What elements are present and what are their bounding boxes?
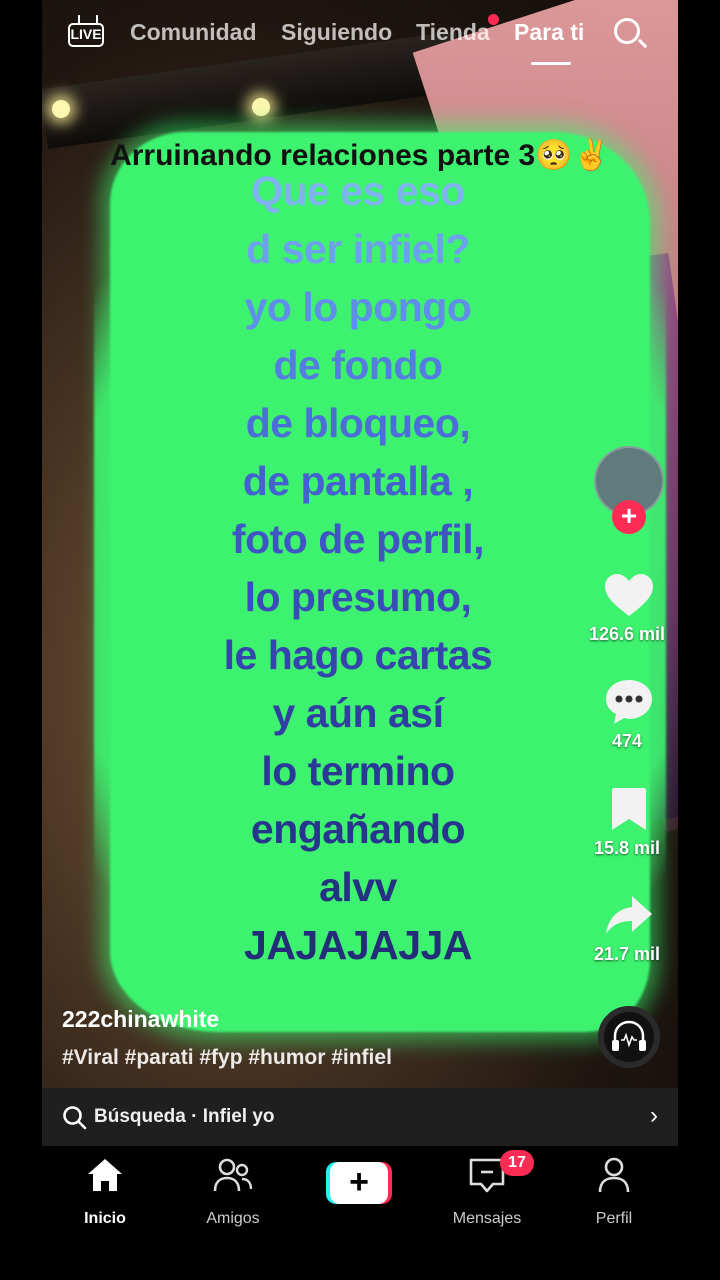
nav-label-mensajes: Mensajes — [452, 1210, 522, 1227]
caption-line: engañando — [250, 806, 466, 852]
live-antenna-shape — [78, 15, 98, 23]
nav-label-inicio: Inicio — [84, 1210, 126, 1227]
headphones-icon — [612, 1020, 646, 1051]
notification-dot — [488, 14, 499, 25]
tab-siguiendo[interactable]: Siguiendo — [281, 19, 392, 46]
caption-line: lo termino — [261, 748, 455, 794]
caption-line: lo presumo, — [244, 574, 472, 620]
caption-line: de fondo — [273, 342, 443, 388]
bookmark-icon[interactable] — [610, 786, 648, 832]
search-icon[interactable] — [612, 16, 652, 56]
nav-inicio[interactable]: Inicio — [45, 1156, 165, 1227]
tab-para-ti[interactable]: Para ti — [514, 19, 584, 46]
nav-perfil[interactable]: Perfil — [554, 1156, 674, 1227]
caption-line: yo lo pongo — [244, 284, 472, 330]
friends-icon — [213, 1158, 253, 1192]
caption-line: JAJAJAJJA — [244, 922, 472, 968]
background-light — [252, 98, 270, 116]
share-icon[interactable] — [604, 894, 654, 936]
active-tab-indicator — [531, 62, 571, 65]
nav-amigos[interactable]: Amigos — [173, 1156, 293, 1227]
nav-label-perfil: Perfil — [595, 1210, 633, 1227]
shares-count: 21.7 mil — [593, 944, 661, 964]
music-disc[interactable] — [598, 1006, 660, 1068]
creator-username[interactable]: 222chinawhite — [62, 1006, 219, 1033]
caption-line: de bloqueo, — [245, 400, 471, 446]
tab-tienda[interactable]: Tienda — [416, 19, 490, 46]
post-hashtags[interactable]: #Viral #parati #fyp #humor #infiel — [62, 1046, 392, 1070]
tab-comunidad[interactable]: Comunidad — [130, 19, 257, 46]
top-navigation: LIVE Comunidad Siguiendo Tienda Para ti — [0, 0, 720, 70]
live-icon[interactable]: LIVE — [68, 15, 108, 49]
nav-label-amigos: Amigos — [206, 1210, 260, 1227]
heart-icon[interactable] — [603, 572, 655, 618]
caption-line: alvv — [319, 864, 397, 910]
search-suggestion-label: Búsqueda · Infiel yo — [94, 1106, 275, 1127]
saves-count: 15.8 mil — [593, 838, 661, 858]
comment-icon[interactable] — [604, 678, 654, 726]
messages-badge: 17 — [500, 1150, 534, 1176]
search-icon — [63, 1106, 87, 1130]
video-caption-text: Que es eso d ser infiel? yo lo pongo de … — [68, 162, 648, 974]
follow-plus-icon[interactable]: + — [612, 500, 646, 534]
caption-line: le hago cartas — [223, 632, 493, 678]
background-light — [52, 100, 70, 118]
create-post-button[interactable]: + — [326, 1162, 392, 1204]
profile-icon — [598, 1157, 630, 1193]
live-label: LIVE — [68, 23, 104, 47]
plus-icon: + — [330, 1162, 388, 1204]
comments-count: 474 — [611, 731, 643, 751]
likes-count: 126.6 mil — [588, 624, 666, 644]
caption-line: d ser infiel? — [246, 226, 470, 272]
bottom-navigation: Inicio Amigos + Mensajes 17 Perfil — [0, 1146, 720, 1280]
caption-line: de pantalla , — [242, 458, 474, 504]
video-title-overlay: Arruinando relaciones parte 3🥺✌️ — [110, 139, 610, 172]
caption-line: foto de perfil, — [231, 516, 485, 562]
search-suggestion-bar[interactable]: Búsqueda · Infiel yo › — [42, 1088, 678, 1146]
home-icon — [88, 1159, 122, 1191]
chevron-right-icon: › — [650, 1102, 658, 1129]
caption-line: y aún así — [272, 690, 444, 736]
